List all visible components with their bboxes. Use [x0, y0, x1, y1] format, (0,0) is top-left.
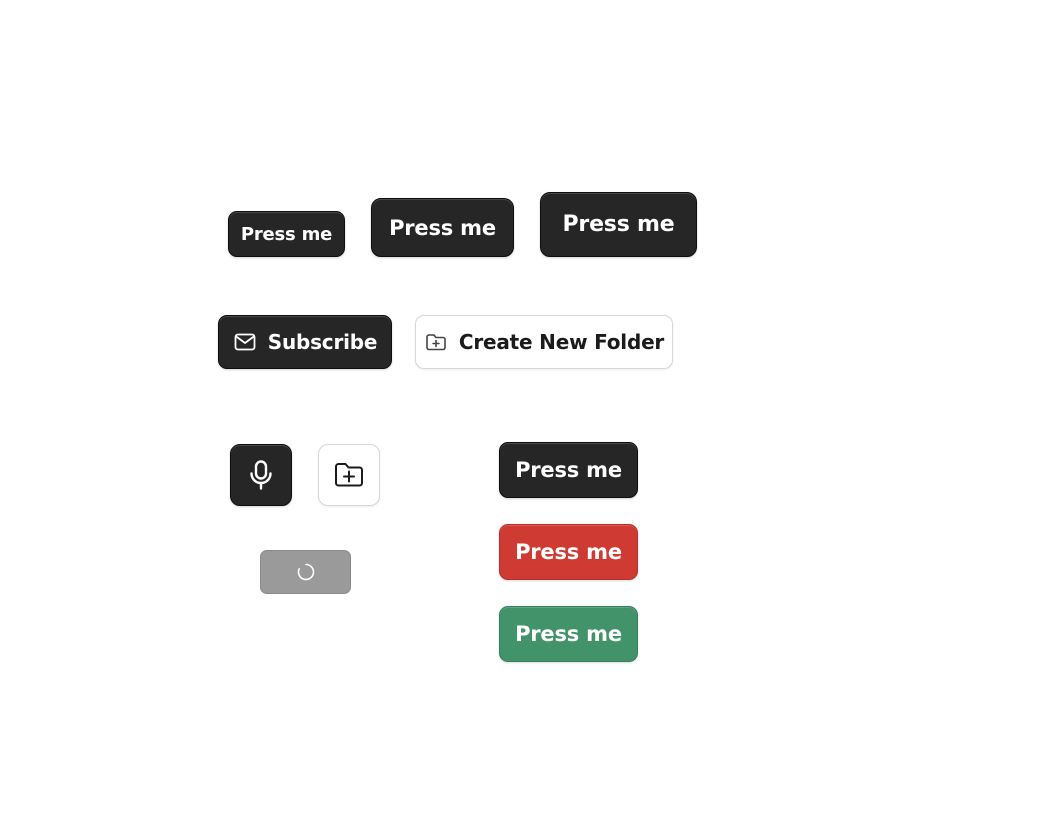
- microphone-icon: [247, 459, 275, 491]
- mail-icon: [233, 330, 257, 354]
- subscribe-button[interactable]: Subscribe: [218, 315, 392, 369]
- danger-press-me-button[interactable]: Press me: [499, 524, 638, 580]
- success-press-me-label: Press me: [515, 622, 622, 646]
- danger-press-me-label: Press me: [515, 540, 622, 564]
- folder-plus-icon: [333, 460, 365, 490]
- default-press-me-button[interactable]: Press me: [499, 442, 638, 498]
- subscribe-label: Subscribe: [267, 330, 378, 354]
- large-press-me-label: Press me: [562, 212, 675, 237]
- microphone-button[interactable]: [230, 444, 292, 506]
- medium-press-me-label: Press me: [389, 215, 496, 240]
- small-press-me-button[interactable]: Press me: [228, 211, 345, 257]
- success-press-me-button[interactable]: Press me: [499, 606, 638, 662]
- new-folder-icon-button[interactable]: [318, 444, 380, 506]
- default-press-me-label: Press me: [515, 458, 622, 482]
- create-new-folder-label: Create New Folder: [458, 330, 665, 354]
- medium-press-me-button[interactable]: Press me: [371, 198, 514, 257]
- create-new-folder-button[interactable]: Create New Folder: [415, 315, 673, 369]
- large-press-me-button[interactable]: Press me: [540, 192, 697, 257]
- loading-button: [260, 550, 351, 594]
- spinner-icon: [296, 562, 316, 582]
- small-press-me-label: Press me: [240, 223, 333, 245]
- folder-plus-icon: [424, 330, 448, 354]
